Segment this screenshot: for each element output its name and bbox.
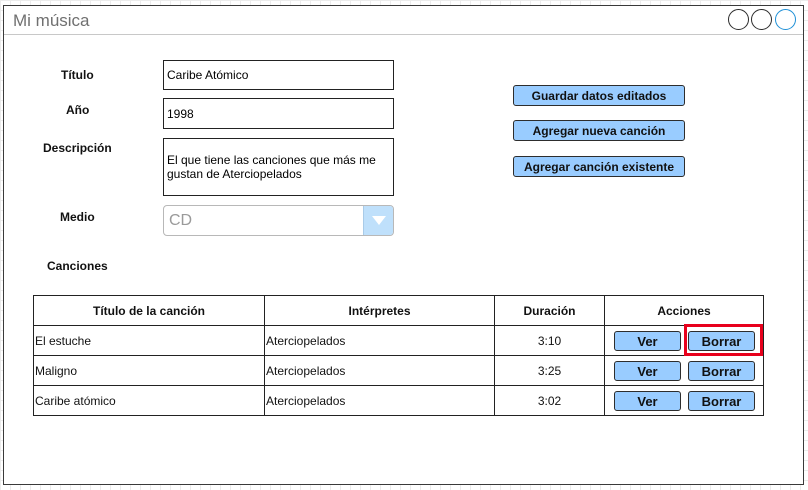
medio-label: Medio <box>60 210 95 224</box>
descripcion-input[interactable]: El que tiene las canciones que más me gu… <box>163 138 394 196</box>
anio-input[interactable] <box>163 98 394 129</box>
table-row: El estuche Aterciopelados 3:10 Ver Borra… <box>34 325 763 355</box>
table-header-row: Título de la canción Intérpretes Duració… <box>34 296 763 325</box>
header-duracion: Duración <box>494 296 604 325</box>
title-bar: Mi música <box>4 6 803 35</box>
ver-button[interactable]: Ver <box>614 331 681 351</box>
chevron-down-icon[interactable] <box>363 206 393 235</box>
song-duracion: 3:02 <box>494 386 604 415</box>
song-interpretes: Aterciopelados <box>264 326 494 355</box>
window-button-1[interactable] <box>728 9 749 30</box>
app-window: Mi música Título Año Descripción Medio C… <box>3 5 804 485</box>
titulo-input[interactable] <box>163 60 394 90</box>
song-interpretes: Aterciopelados <box>264 356 494 385</box>
table-row: Maligno Aterciopelados 3:25 Ver Borrar <box>34 355 763 385</box>
borrar-button[interactable]: Borrar <box>688 331 755 351</box>
song-duracion: 3:10 <box>494 326 604 355</box>
song-acciones: Ver Borrar <box>604 326 763 355</box>
song-duracion: 3:25 <box>494 356 604 385</box>
medio-select[interactable]: CD <box>163 205 394 236</box>
song-title: Maligno <box>35 363 78 378</box>
song-title: El estuche <box>35 333 92 348</box>
canciones-label: Canciones <box>47 259 108 273</box>
guardar-datos-button[interactable]: Guardar datos editados <box>513 85 685 106</box>
song-interpretes: Aterciopelados <box>264 386 494 415</box>
song-acciones: Ver Borrar <box>604 356 763 385</box>
borrar-button[interactable]: Borrar <box>688 391 755 411</box>
header-acciones: Acciones <box>604 296 763 325</box>
canciones-table: Título de la canción Intérpretes Duració… <box>33 295 764 416</box>
header-titulo: Título de la canción <box>92 303 205 318</box>
titulo-label: Título <box>61 68 94 82</box>
window-button-2[interactable] <box>751 9 772 30</box>
window-button-3[interactable] <box>775 9 796 30</box>
table-row: Caribe atómico Aterciopelados 3:02 Ver B… <box>34 385 763 415</box>
ver-button[interactable]: Ver <box>614 391 681 411</box>
window-title: Mi música <box>13 11 90 30</box>
ver-button[interactable]: Ver <box>614 361 681 381</box>
header-interpretes: Intérpretes <box>264 296 494 325</box>
descripcion-label: Descripción <box>43 141 112 155</box>
agregar-cancion-existente-button[interactable]: Agregar canción existente <box>513 156 685 177</box>
borrar-button[interactable]: Borrar <box>688 361 755 381</box>
agregar-nueva-cancion-button[interactable]: Agregar nueva canción <box>513 120 685 141</box>
medio-select-value: CD <box>169 212 193 229</box>
song-acciones: Ver Borrar <box>604 386 763 415</box>
anio-label: Año <box>66 103 90 117</box>
song-title: Caribe atómico <box>35 393 116 408</box>
